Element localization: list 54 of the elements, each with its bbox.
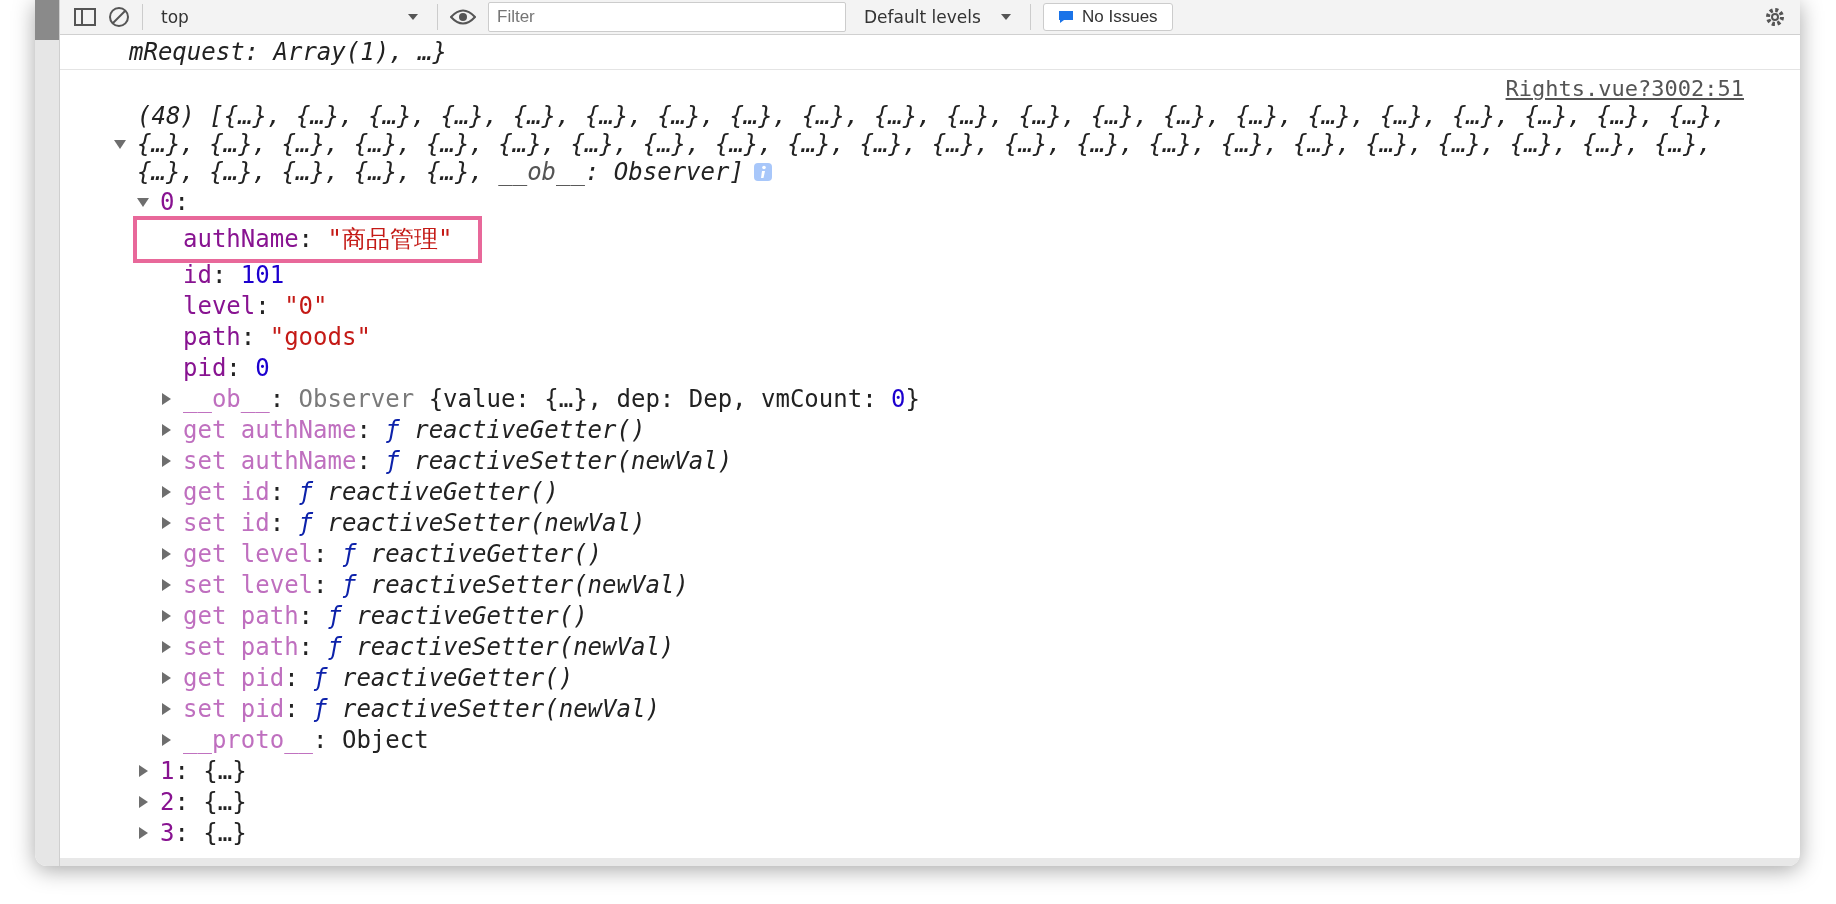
disclosure-triangle-icon[interactable] <box>160 424 172 436</box>
settings-icon[interactable] <box>1764 6 1786 28</box>
disclosure-triangle-icon[interactable] <box>160 517 172 529</box>
disclosure-triangle-icon[interactable] <box>160 455 172 467</box>
property-text: path: "goods" <box>183 323 371 351</box>
property-text: set path: ƒ reactiveSetter(newVal) <box>183 633 675 661</box>
property-text: set level: ƒ reactiveSetter(newVal) <box>183 571 689 599</box>
property-text: authName: "商品管理" <box>183 224 453 255</box>
property-text: id: 101 <box>183 261 285 289</box>
disclosure-triangle-icon[interactable] <box>160 672 172 684</box>
clear-console-icon[interactable] <box>108 6 130 28</box>
property-text: pid: 0 <box>183 354 270 382</box>
disclosure-triangle-icon[interactable] <box>160 703 172 715</box>
property-text: 2: {…} <box>160 788 247 816</box>
message-icon <box>1058 10 1074 24</box>
disclosure-triangle-icon[interactable] <box>114 138 126 150</box>
property-text: 3: {…} <box>160 819 247 847</box>
property-text: get level: ƒ reactiveGetter() <box>183 540 603 568</box>
property-text: level: "0" <box>183 292 328 320</box>
property-text: set id: ƒ reactiveSetter(newVal) <box>183 509 646 537</box>
property-text: __proto__: Object <box>183 726 429 754</box>
issues-button[interactable]: No Issues <box>1043 3 1173 31</box>
property-text: set pid: ƒ reactiveSetter(newVal) <box>183 695 660 723</box>
array-preview-text: (48) [{…}, {…}, {…}, {…}, {…}, {…}, {…}, {…}, {…}, {…}, {…}, {…}, {…}, {…}, {…}, {…}, {…}, {…}, {…}, {…}, {…}, <box>137 102 1727 130</box>
caret-icon <box>1000 13 1012 21</box>
log-message-text: mRequest: Array(1), …} <box>129 38 447 66</box>
disclosure-triangle-icon[interactable] <box>137 765 149 777</box>
sidebar-icon[interactable] <box>74 7 96 27</box>
property-text: get pid: ƒ reactiveGetter() <box>183 664 574 692</box>
property-text: get path: ƒ reactiveGetter() <box>183 602 588 630</box>
property-text: 0: <box>160 187 189 216</box>
caret-icon <box>407 13 419 21</box>
eye-icon[interactable] <box>450 8 476 26</box>
disclosure-triangle-icon[interactable] <box>160 548 172 560</box>
disclosure-triangle-icon[interactable] <box>160 393 172 405</box>
disclosure-triangle-icon[interactable] <box>137 796 149 808</box>
disclosure-triangle-icon[interactable] <box>137 827 149 839</box>
array-preview-text: {…}, {…}, {…}, {…}, {…}, __ob__: Observer] <box>137 158 744 186</box>
disclosure-triangle-icon[interactable] <box>160 734 172 746</box>
disclosure-triangle-icon[interactable] <box>160 610 172 622</box>
disclosure-triangle-icon[interactable] <box>137 195 149 208</box>
disclosure-triangle-icon[interactable] <box>160 579 172 591</box>
filter-field[interactable]: Filter <box>488 2 846 32</box>
array-preview-text: {…}, {…}, {…}, {…}, {…}, {…}, {…}, {…}, {…}, {…}, {…}, {…}, {…}, {…}, {…}, {…}, {…}, {…}, {…}, {…}, {…}, {…}, <box>137 130 1712 158</box>
property-text: get id: ƒ reactiveGetter() <box>183 478 559 506</box>
disclosure-triangle-icon[interactable] <box>160 486 172 498</box>
levels-dropdown[interactable]: Default levels <box>858 3 1018 31</box>
property-text: set authName: ƒ reactiveSetter(newVal) <box>183 447 733 475</box>
context-dropdown[interactable]: top <box>155 3 425 31</box>
property-text: __ob__: Observer {value: {…}, dep: Dep, vmCount: 0} <box>183 385 920 413</box>
property-text: get authName: ƒ reactiveGetter() <box>183 416 646 444</box>
disclosure-triangle-icon[interactable] <box>160 641 172 653</box>
property-text: 1: {…} <box>160 757 247 785</box>
source-link[interactable]: Rights.vue?3002:51 <box>1505 75 1744 101</box>
